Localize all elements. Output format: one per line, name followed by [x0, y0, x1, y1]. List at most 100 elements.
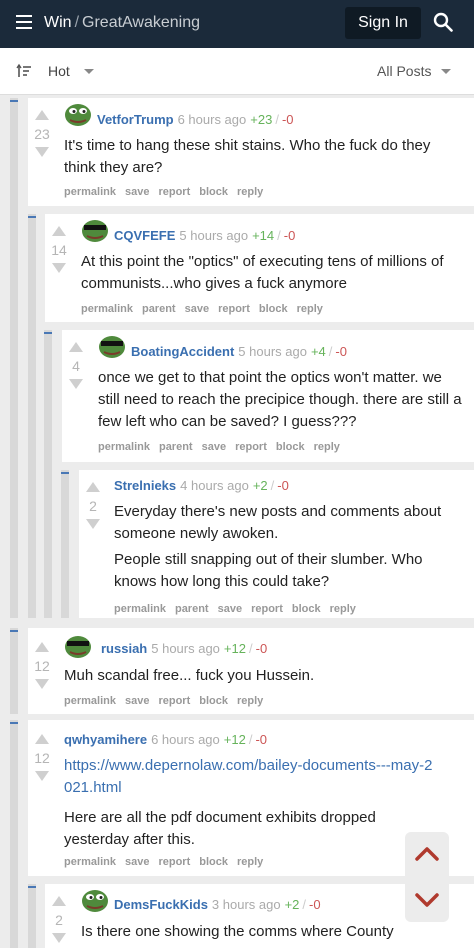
thread-collapse-bar[interactable] [61, 470, 69, 618]
comment-text: once we get to that point the optics won… [98, 369, 462, 430]
upvote-arrow-icon[interactable] [35, 110, 49, 120]
save-link[interactable]: save [125, 856, 149, 868]
parent-link[interactable]: parent [142, 303, 176, 315]
menu-icon[interactable] [16, 15, 32, 29]
permalink-link[interactable]: permalink [64, 695, 116, 707]
permalink-link[interactable]: permalink [64, 186, 116, 198]
reply-link[interactable]: reply [297, 303, 323, 315]
comment-author[interactable]: CQVFEFE [114, 228, 175, 243]
save-link[interactable]: save [125, 186, 149, 198]
block-link[interactable]: block [276, 441, 305, 453]
pepe-avatar-icon[interactable] [64, 102, 92, 128]
thread-collapse-bar[interactable] [10, 720, 18, 948]
reply-link[interactable]: reply [237, 695, 263, 707]
permalink-link[interactable]: permalink [98, 441, 150, 453]
reply-link[interactable]: reply [330, 603, 356, 615]
reply-link[interactable]: reply [314, 441, 340, 453]
upvote-arrow-icon[interactable] [52, 896, 66, 906]
downvote-arrow-icon[interactable] [35, 679, 49, 689]
pepe-avatar-icon[interactable] [81, 218, 109, 244]
chevron-down-icon[interactable] [84, 69, 94, 74]
comment-time: 5 hours ago [238, 344, 307, 359]
chevron-down-icon[interactable] [441, 69, 451, 74]
comment: 12 russiah 5 hours ago +12/-0 Muh scandal … [28, 628, 474, 714]
pepe-avatar-icon[interactable] [98, 334, 126, 360]
upvote-arrow-icon[interactable] [52, 226, 66, 236]
community-name[interactable]: GreatAwakening [82, 14, 200, 31]
upvote-count: +12 [223, 732, 246, 747]
upvote-arrow-icon[interactable] [35, 642, 49, 652]
parent-link[interactable]: parent [175, 603, 209, 615]
sign-in-button[interactable]: Sign In [345, 7, 421, 39]
comment-text: Muh scandal free... fuck you Hussein. [64, 667, 315, 684]
upvote-count: +2 [284, 897, 300, 912]
downvote-count: -0 [255, 641, 268, 656]
block-link[interactable]: block [199, 186, 228, 198]
comment: 4 BoatingAccident 5 hours ago +4/-0 once w… [62, 330, 474, 462]
comment-text: People still snapping out of their slumb… [114, 551, 423, 590]
parent-link[interactable]: parent [159, 441, 193, 453]
comment-text: Is there one showing the comms where Cou… [81, 923, 394, 940]
downvote-arrow-icon[interactable] [52, 263, 66, 273]
comment-meta: BoatingAccident 5 hours ago +4/-0 [131, 344, 347, 359]
block-link[interactable]: block [199, 695, 228, 707]
downvote-count: -0 [309, 897, 321, 912]
save-link[interactable]: save [185, 303, 209, 315]
comment-author[interactable]: BoatingAccident [131, 344, 234, 359]
report-link[interactable]: report [218, 303, 250, 315]
reply-link[interactable]: reply [237, 186, 263, 198]
block-link[interactable]: block [292, 603, 321, 615]
scope-dropdown[interactable]: All Posts [377, 63, 431, 79]
upvote-arrow-icon[interactable] [86, 482, 100, 492]
pepe-avatar-icon[interactable] [64, 634, 92, 660]
report-link[interactable]: report [235, 441, 267, 453]
permalink-link[interactable]: permalink [64, 856, 116, 868]
comment-author[interactable]: Strelnieks [114, 478, 176, 493]
comment-body: Muh scandal free... fuck you Hussein. [64, 665, 454, 691]
pepe-avatar-icon[interactable] [81, 888, 109, 914]
comment-score: 14 [51, 242, 67, 258]
sort-icon[interactable] [16, 63, 32, 79]
thread-collapse-bar[interactable] [28, 884, 36, 948]
chevron-up-icon[interactable] [413, 840, 441, 868]
permalink-link[interactable]: permalink [81, 303, 133, 315]
downvote-arrow-icon[interactable] [35, 147, 49, 157]
upvote-arrow-icon[interactable] [69, 342, 83, 352]
downvote-arrow-icon[interactable] [52, 933, 66, 943]
upvote-arrow-icon[interactable] [35, 734, 49, 744]
external-link[interactable]: https://www.depernolaw.com/bailey-docume… [64, 755, 434, 799]
comment-time: 6 hours ago [151, 732, 220, 747]
vote-column: 12 [32, 734, 52, 781]
downvote-arrow-icon[interactable] [35, 771, 49, 781]
comment-author[interactable]: russiah [101, 641, 147, 656]
save-link[interactable]: save [125, 695, 149, 707]
permalink-link[interactable]: permalink [114, 603, 166, 615]
downvote-arrow-icon[interactable] [86, 519, 100, 529]
sort-dropdown[interactable]: Hot [48, 63, 70, 79]
reply-link[interactable]: reply [237, 856, 263, 868]
search-icon[interactable] [433, 12, 453, 32]
block-link[interactable]: block [199, 856, 228, 868]
comment-score: 12 [34, 750, 50, 766]
comment-time: 5 hours ago [151, 641, 220, 656]
downvote-arrow-icon[interactable] [69, 379, 83, 389]
thread-collapse-bar[interactable] [10, 628, 18, 714]
thread-collapse-bar[interactable] [28, 214, 36, 618]
filter-bar: Hot All Posts [0, 48, 474, 95]
upvote-count: +2 [252, 478, 268, 493]
chevron-down-icon[interactable] [413, 886, 441, 914]
site-name[interactable]: Win [44, 14, 72, 31]
thread-collapse-bar[interactable] [10, 98, 18, 618]
report-link[interactable]: report [158, 186, 190, 198]
comment-author[interactable]: VetforTrump [97, 112, 174, 127]
comment-author[interactable]: qwhyamihere [64, 732, 147, 747]
report-link[interactable]: report [158, 856, 190, 868]
report-link[interactable]: report [251, 603, 283, 615]
comment-meta: DemsFuckKids 3 hours ago +2/-0 [114, 897, 321, 912]
block-link[interactable]: block [259, 303, 288, 315]
save-link[interactable]: save [202, 441, 226, 453]
thread-collapse-bar[interactable] [44, 330, 52, 618]
save-link[interactable]: save [218, 603, 242, 615]
comment-author[interactable]: DemsFuckKids [114, 897, 208, 912]
report-link[interactable]: report [158, 695, 190, 707]
